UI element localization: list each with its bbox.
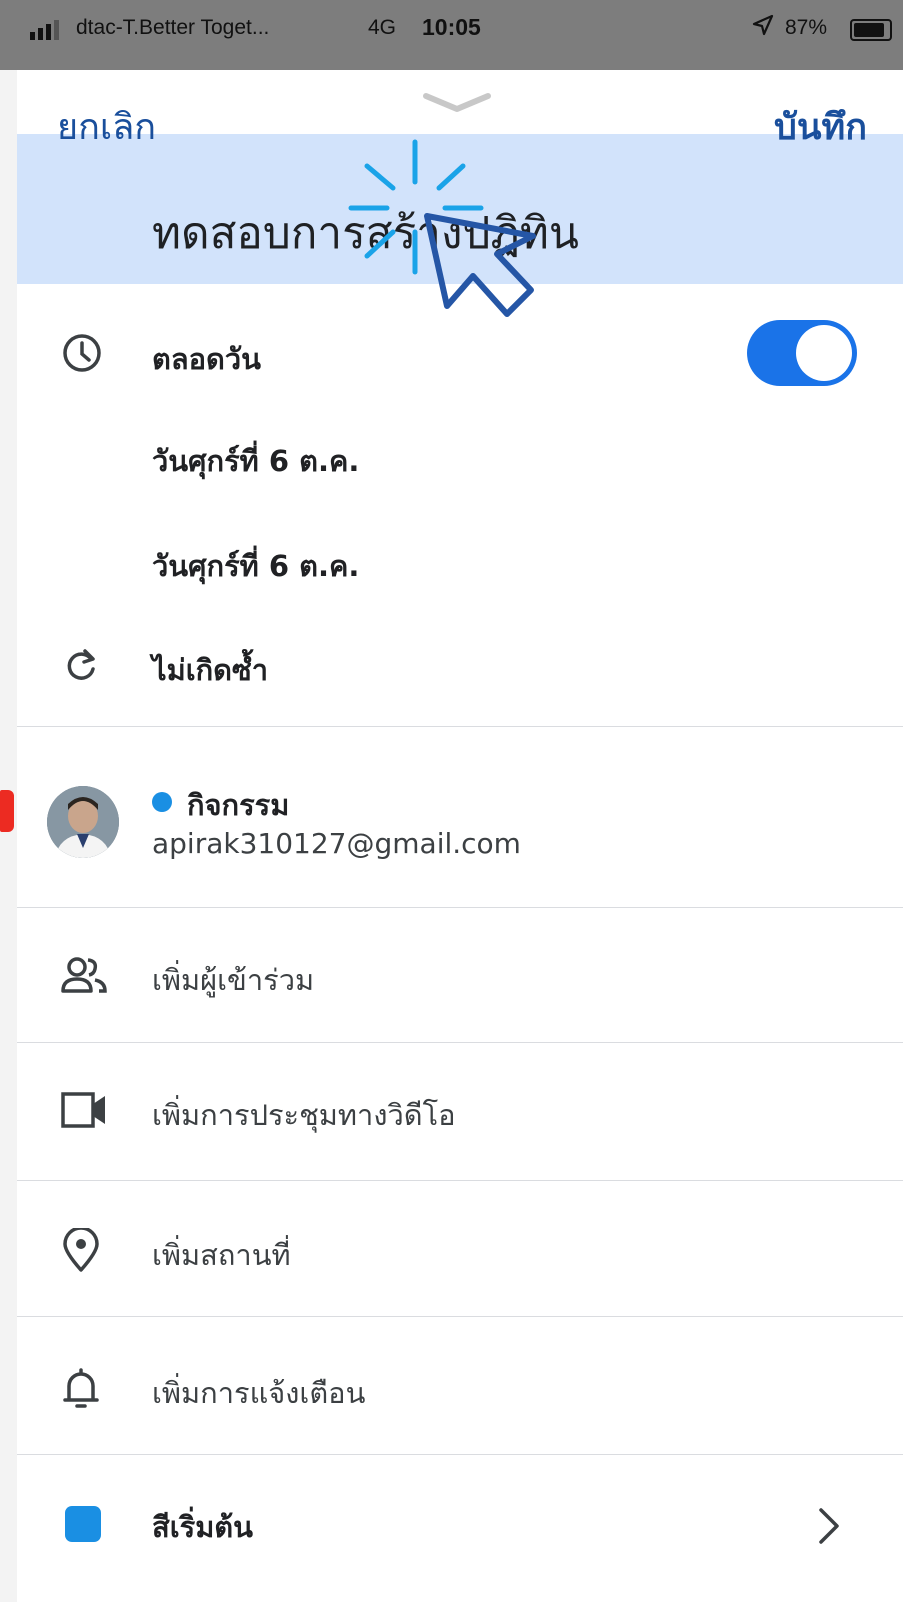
add-guests-row[interactable]: เพิ่มผู้เข้าร่วม — [17, 937, 903, 1017]
repeat-label: ไม่เกิดซ้ำ — [152, 653, 268, 687]
add-location-row[interactable]: เพิ่มสถานที่ — [17, 1212, 903, 1292]
divider — [17, 726, 903, 727]
carrier-name: dtac-T.Better Toget... — [76, 16, 270, 39]
clock-icon — [61, 332, 103, 378]
end-date-row[interactable]: วันศุกร์ที่ 6 ต.ค. — [17, 537, 903, 597]
calendar-account: apirak310127@gmail.com — [152, 827, 521, 860]
divider — [17, 1180, 903, 1181]
people-icon — [61, 955, 107, 999]
location-pin-icon — [61, 1226, 101, 1276]
calendar-name: กิจกรรม — [187, 788, 290, 822]
add-video-label: เพิ่มการประชุมทางวิดีโอ — [152, 1098, 456, 1132]
divider — [17, 907, 903, 908]
network-type: 4G — [368, 16, 397, 39]
click-cursor-icon — [347, 136, 547, 330]
avatar — [47, 786, 119, 858]
repeat-icon — [61, 645, 101, 689]
start-date-row[interactable]: วันศุกร์ที่ 6 ต.ค. — [17, 432, 903, 492]
cancel-button[interactable]: ยกเลิก — [57, 98, 156, 155]
save-button[interactable]: บันทึก — [774, 98, 867, 155]
add-video-row[interactable]: เพิ่มการประชุมทางวิดีโอ — [17, 1072, 903, 1152]
signal-icon — [30, 20, 62, 40]
color-swatch — [65, 1506, 101, 1542]
all-day-toggle[interactable] — [747, 320, 857, 386]
bell-icon — [61, 1366, 101, 1416]
default-color-row[interactable]: สีเริ่มต้น — [17, 1484, 903, 1564]
repeat-row[interactable]: ไม่เกิดซ้ำ — [17, 637, 903, 697]
all-day-label: ตลอดวัน — [152, 342, 261, 376]
divider — [17, 1454, 903, 1455]
chevron-right-icon — [817, 1506, 841, 1550]
add-guests-label: เพิ่มผู้เข้าร่วม — [152, 963, 315, 997]
background-strip — [0, 70, 17, 1602]
calendar-color-dot — [152, 792, 172, 812]
add-notification-label: เพิ่มการแจ้งเตือน — [152, 1376, 366, 1410]
add-notification-row[interactable]: เพิ่มการแจ้งเตือน — [17, 1350, 903, 1430]
video-camera-icon — [61, 1092, 107, 1132]
event-editor-sheet: ทดสอบการสร้างปฏิทิน ยกเลิก บันทึก ตลอดวั… — [17, 72, 903, 1602]
add-location-label: เพิ่มสถานที่ — [152, 1238, 291, 1272]
end-date[interactable]: วันศุกร์ที่ 6 ต.ค. — [152, 543, 359, 589]
battery-icon — [850, 19, 892, 41]
status-bar: dtac-T.Better Toget... 4G 10:05 87% — [0, 0, 903, 70]
chevron-down-icon[interactable] — [422, 92, 492, 118]
location-arrow-icon — [752, 14, 774, 42]
divider — [17, 1316, 903, 1317]
default-color-label: สีเริ่มต้น — [152, 1510, 253, 1544]
divider — [17, 1042, 903, 1043]
battery-percent: 87% — [785, 16, 828, 39]
edge-marker — [0, 790, 14, 832]
clock: 10:05 — [422, 14, 481, 40]
start-date[interactable]: วันศุกร์ที่ 6 ต.ค. — [152, 438, 359, 484]
